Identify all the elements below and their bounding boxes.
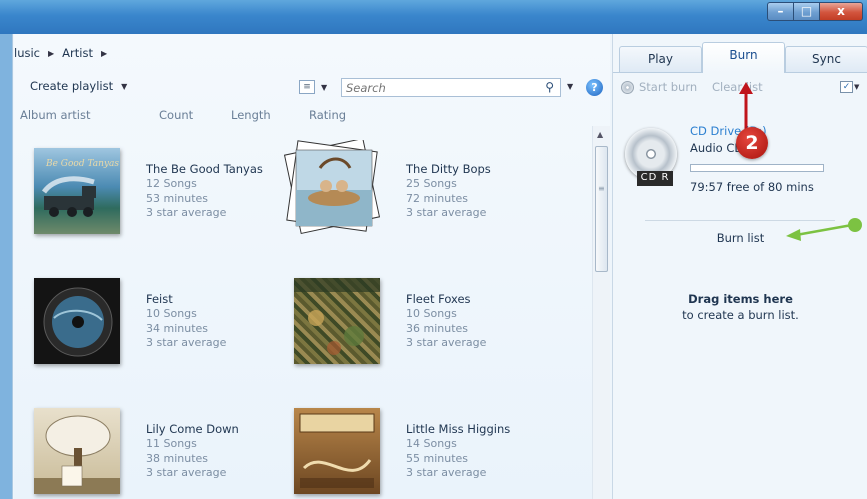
cd-r-tag: CD R <box>637 171 673 186</box>
album-cover <box>34 278 120 364</box>
album-song-count: 25 Songs <box>406 177 457 190</box>
album-info: Little Miss Higgins 14 Songs 55 minutes … <box>406 422 556 481</box>
album-title[interactable]: Fleet Foxes <box>406 292 556 306</box>
album-tile[interactable]: Little Miss Higgins 14 Songs 55 minutes … <box>274 408 514 498</box>
burn-list-empty-message: Drag items here to create a burn list. <box>613 291 867 323</box>
svg-text:Be Good Tanyas: Be Good Tanyas <box>45 159 119 169</box>
view-options-button[interactable]: ≡ ▼ <box>299 80 327 94</box>
train-artwork-icon: Be Good Tanyas <box>41 159 119 217</box>
maximize-button[interactable]: □ <box>793 2 819 21</box>
album-cover <box>34 408 120 494</box>
album-rating: 3 star average <box>406 466 487 479</box>
list-pane-tabs: Play Burn Sync <box>613 42 867 73</box>
search-options-chevron-icon[interactable]: ▼ <box>567 82 573 91</box>
list-pane: Play Burn Sync Start burn Clear list ✓ ▼… <box>612 34 867 499</box>
album-tile[interactable]: Be Good Tanyas The Be Good Tanyas 12 Son… <box>14 148 263 238</box>
search-box[interactable]: ⚲ <box>341 78 561 97</box>
chevron-down-icon[interactable]: ▼ <box>321 83 327 92</box>
chevron-down-icon[interactable]: ▼ <box>854 83 859 91</box>
column-header-count[interactable]: Count <box>159 108 193 122</box>
album-tile[interactable]: Feist 10 Songs 34 minutes 3 star average <box>14 278 254 368</box>
burn-list-title: Burn list <box>716 231 765 245</box>
vintage-label-artwork-icon <box>299 413 375 488</box>
list-options-button[interactable]: ✓ ▼ <box>840 79 862 94</box>
tree-artwork-icon <box>34 415 120 494</box>
album-length: 72 minutes <box>406 191 469 205</box>
breadcrumb-music[interactable]: lusic <box>14 46 40 60</box>
album-info: Fleet Foxes 10 Songs 36 minutes 3 star a… <box>406 292 556 351</box>
start-burn-button[interactable]: Start burn <box>621 80 697 94</box>
list-options-icon: ✓ <box>840 80 853 93</box>
window-title-bar: – □ x <box>0 0 867 34</box>
help-icon[interactable]: ? <box>586 79 603 96</box>
album-cover <box>294 278 380 364</box>
vertical-scrollbar[interactable]: ▲ ≡ <box>592 126 610 499</box>
album-rating: 3 star average <box>406 336 487 349</box>
maximize-icon: □ <box>800 4 813 18</box>
drag-items-heading: Drag items here <box>688 292 793 306</box>
album-title[interactable]: Little Miss Higgins <box>406 422 556 436</box>
painting-artwork-icon <box>294 278 380 355</box>
minimize-button[interactable]: – <box>767 2 793 21</box>
library-pane: lusic ▶ Artist ▶ Create playlist ▼ ≡ ▼ ⚲… <box>14 34 610 499</box>
album-length: 55 minutes <box>406 451 469 465</box>
disc-icon <box>621 80 634 94</box>
create-playlist-label: Create playlist <box>30 79 114 93</box>
minimize-icon: – <box>777 4 784 18</box>
start-burn-label: Start burn <box>639 80 698 94</box>
burn-toolbar: Start burn Clear list ✓ ▼ <box>613 76 867 98</box>
album-tile[interactable]: Lily Come Down 11 Songs 38 minutes 3 sta… <box>14 408 254 498</box>
navigation-pane-edge <box>0 34 13 499</box>
scroll-up-icon[interactable]: ▲ <box>597 130 603 139</box>
window-controls: – □ x <box>767 2 863 21</box>
scrollbar-grip-icon: ≡ <box>598 184 605 193</box>
album-tile[interactable]: The Ditty Bops 25 Songs 72 minutes 3 sta… <box>274 140 514 238</box>
album-info: The Ditty Bops 25 Songs 72 minutes 3 sta… <box>406 162 556 221</box>
disc-capacity-bar <box>690 164 824 172</box>
create-playlist-button[interactable]: Create playlist ▼ <box>30 79 127 93</box>
column-headers: Album artist Count Length Rating <box>14 106 610 126</box>
album-title[interactable]: The Ditty Bops <box>406 162 556 176</box>
breadcrumb: lusic ▶ Artist ▶ <box>14 44 107 62</box>
step-number-badge: 2 <box>736 127 768 159</box>
breadcrumb-separator-icon[interactable]: ▶ <box>101 49 107 58</box>
vinyl-artwork-icon <box>43 287 113 357</box>
clear-list-button[interactable]: Clear list <box>712 80 763 94</box>
tab-sync[interactable]: Sync <box>785 46 867 72</box>
album-cover-stack <box>284 140 381 235</box>
view-options-icon: ≡ <box>299 80 315 94</box>
album-song-count: 14 Songs <box>406 437 457 450</box>
tab-play[interactable]: Play <box>619 46 702 72</box>
column-header-length[interactable]: Length <box>231 108 271 122</box>
close-button[interactable]: x <box>819 2 863 21</box>
album-grid: Be Good Tanyas The Be Good Tanyas 12 Son… <box>14 132 594 499</box>
stacked-album-artwork-icon <box>284 140 381 235</box>
album-cover: Be Good Tanyas <box>34 148 120 234</box>
breadcrumb-artist[interactable]: Artist <box>62 46 93 60</box>
burn-list-divider <box>645 220 835 221</box>
breadcrumb-separator-icon[interactable]: ▶ <box>48 49 54 58</box>
tab-burn[interactable]: Burn <box>702 42 785 73</box>
column-header-album-artist[interactable]: Album artist <box>20 108 91 122</box>
drag-items-subtext: to create a burn list. <box>682 308 799 322</box>
disc-free-space: 79:57 free of 80 mins <box>690 180 814 194</box>
close-icon: x <box>837 4 845 18</box>
album-rating: 3 star average <box>406 206 487 219</box>
search-icon[interactable]: ⚲ <box>545 80 554 94</box>
album-tile[interactable]: Fleet Foxes 10 Songs 36 minutes 3 star a… <box>274 278 514 368</box>
scrollbar-thumb[interactable] <box>595 146 608 272</box>
library-toolbar: Create playlist ▼ ≡ ▼ ⚲ ▼ ? <box>14 76 610 100</box>
album-length: 36 minutes <box>406 321 469 335</box>
album-cover <box>294 408 380 494</box>
column-header-rating[interactable]: Rating <box>309 108 346 122</box>
chevron-down-icon[interactable]: ▼ <box>121 82 127 91</box>
search-input[interactable] <box>342 79 522 96</box>
album-song-count: 10 Songs <box>406 307 457 320</box>
